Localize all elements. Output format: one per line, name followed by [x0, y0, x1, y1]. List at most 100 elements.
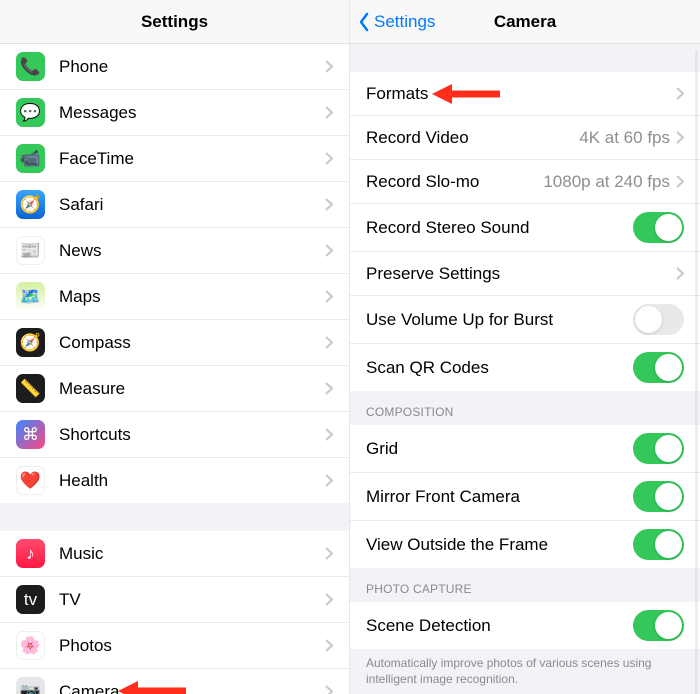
chevron-right-icon: [325, 593, 333, 606]
section-header: PHOTO CAPTURE: [350, 568, 700, 602]
settings-row-label: Health: [59, 471, 325, 491]
settings-row-safari[interactable]: 🧭 Safari: [0, 182, 349, 228]
row-label: Scene Detection: [366, 616, 633, 636]
row-label: Grid: [366, 439, 633, 459]
camera-row-recordvideo[interactable]: Record Video4K at 60 fps: [350, 116, 700, 160]
camera-group: FormatsRecord Video4K at 60 fpsRecord Sl…: [350, 72, 700, 391]
camera-icon: 📷: [16, 677, 45, 694]
settings-row-label: Messages: [59, 103, 325, 123]
settings-row-label: Shortcuts: [59, 425, 325, 445]
chevron-right-icon: [325, 336, 333, 349]
compass-icon: 🧭: [16, 328, 45, 357]
toggle-knob: [635, 306, 662, 333]
maps-icon: 🗺️: [16, 282, 45, 311]
camera-settings-pane: Settings Camera Formats Record Video4K at…: [350, 0, 700, 694]
camera-group: Grid Mirror Front Camera View Outside the …: [350, 425, 700, 568]
qr-toggle[interactable]: [633, 352, 684, 383]
camera-title: Camera: [494, 12, 556, 32]
toggle-knob: [655, 435, 682, 462]
row-label: Preserve Settings: [366, 264, 676, 284]
chevron-right-icon: [325, 474, 333, 487]
camera-row-mirror: Mirror Front Camera: [350, 473, 700, 521]
shortcuts-icon: ⌘: [16, 420, 45, 449]
music-icon: ♪: [16, 539, 45, 568]
settings-row-label: Phone: [59, 57, 325, 77]
settings-row-music[interactable]: ♪ Music: [0, 531, 349, 577]
camera-row-formats[interactable]: Formats: [350, 72, 700, 116]
stereo-toggle[interactable]: [633, 212, 684, 243]
camera-row-stereo: Record Stereo Sound: [350, 204, 700, 252]
toggle-knob: [655, 531, 682, 558]
chevron-right-icon: [325, 382, 333, 395]
settings-row-health[interactable]: ❤️ Health: [0, 458, 349, 503]
camera-row-grid: Grid: [350, 425, 700, 473]
camera-row-recordslomo[interactable]: Record Slo-mo1080p at 240 fps: [350, 160, 700, 204]
facetime-icon: 📹: [16, 144, 45, 173]
settings-row-label: News: [59, 241, 325, 261]
row-label: Record Slo-mo: [366, 172, 543, 192]
news-icon: 📰: [16, 236, 45, 265]
row-label: Record Video: [366, 128, 579, 148]
viewoutside-toggle[interactable]: [633, 529, 684, 560]
settings-row-photos[interactable]: 🌸 Photos: [0, 623, 349, 669]
chevron-right-icon: [676, 87, 684, 100]
camera-row-preserve[interactable]: Preserve Settings: [350, 252, 700, 296]
settings-row-messages[interactable]: 💬 Messages: [0, 90, 349, 136]
settings-row-label: FaceTime: [59, 149, 325, 169]
chevron-right-icon: [325, 60, 333, 73]
settings-row-maps[interactable]: 🗺️ Maps: [0, 274, 349, 320]
settings-row-compass[interactable]: 🧭Compass: [0, 320, 349, 366]
section-spacer: [0, 503, 349, 531]
scrollbar[interactable]: [695, 50, 698, 694]
settings-row-label: Measure: [59, 379, 325, 399]
settings-row-label: Music: [59, 544, 325, 564]
settings-row-news[interactable]: 📰 News: [0, 228, 349, 274]
settings-navbar: Settings: [0, 0, 349, 44]
scene-toggle[interactable]: [633, 610, 684, 641]
mirror-toggle[interactable]: [633, 481, 684, 512]
toggle-knob: [655, 483, 682, 510]
row-label: View Outside the Frame: [366, 535, 633, 555]
photos-icon: 🌸: [16, 631, 45, 660]
back-label: Settings: [374, 12, 435, 32]
settings-row-facetime[interactable]: 📹 FaceTime: [0, 136, 349, 182]
settings-row-label: Safari: [59, 195, 325, 215]
chevron-right-icon: [676, 267, 684, 280]
row-label: Record Stereo Sound: [366, 218, 633, 238]
safari-icon: 🧭: [16, 190, 45, 219]
phone-icon: 📞: [16, 52, 45, 81]
chevron-right-icon: [676, 175, 684, 188]
settings-row-label: Photos: [59, 636, 325, 656]
camera-group: Scene Detection: [350, 602, 700, 649]
chevron-right-icon: [325, 152, 333, 165]
camera-row-volburst: Use Volume Up for Burst: [350, 296, 700, 344]
settings-row-tv[interactable]: tvTV: [0, 577, 349, 623]
grid-toggle[interactable]: [633, 433, 684, 464]
row-label: Scan QR Codes: [366, 358, 633, 378]
toggle-knob: [655, 214, 682, 241]
health-icon: ❤️: [16, 466, 45, 495]
settings-row-camera[interactable]: 📷 Camera: [0, 669, 349, 694]
messages-icon: 💬: [16, 98, 45, 127]
camera-row-viewoutside: View Outside the Frame: [350, 521, 700, 568]
chevron-right-icon: [325, 547, 333, 560]
chevron-right-icon: [325, 290, 333, 303]
row-label: Use Volume Up for Burst: [366, 310, 633, 330]
settings-row-phone[interactable]: 📞 Phone: [0, 44, 349, 90]
row-label: Mirror Front Camera: [366, 487, 633, 507]
row-label: Formats: [366, 84, 676, 104]
volburst-toggle[interactable]: [633, 304, 684, 335]
settings-row-label: Maps: [59, 287, 325, 307]
chevron-right-icon: [325, 244, 333, 257]
section-footer: Automatically improve photos of various …: [350, 649, 700, 694]
settings-row-measure[interactable]: 📏 Measure: [0, 366, 349, 412]
camera-navbar: Settings Camera: [350, 0, 700, 44]
settings-row-shortcuts[interactable]: ⌘ Shortcuts: [0, 412, 349, 458]
settings-root-pane: Settings 📞 Phone 💬 Messages 📹 FaceTime 🧭 Safari…: [0, 0, 350, 694]
tv-icon: tv: [16, 585, 45, 614]
measure-icon: 📏: [16, 374, 45, 403]
chevron-right-icon: [325, 106, 333, 119]
settings-row-label: Camera: [59, 682, 325, 694]
back-button[interactable]: Settings: [358, 12, 435, 32]
chevron-right-icon: [325, 198, 333, 211]
